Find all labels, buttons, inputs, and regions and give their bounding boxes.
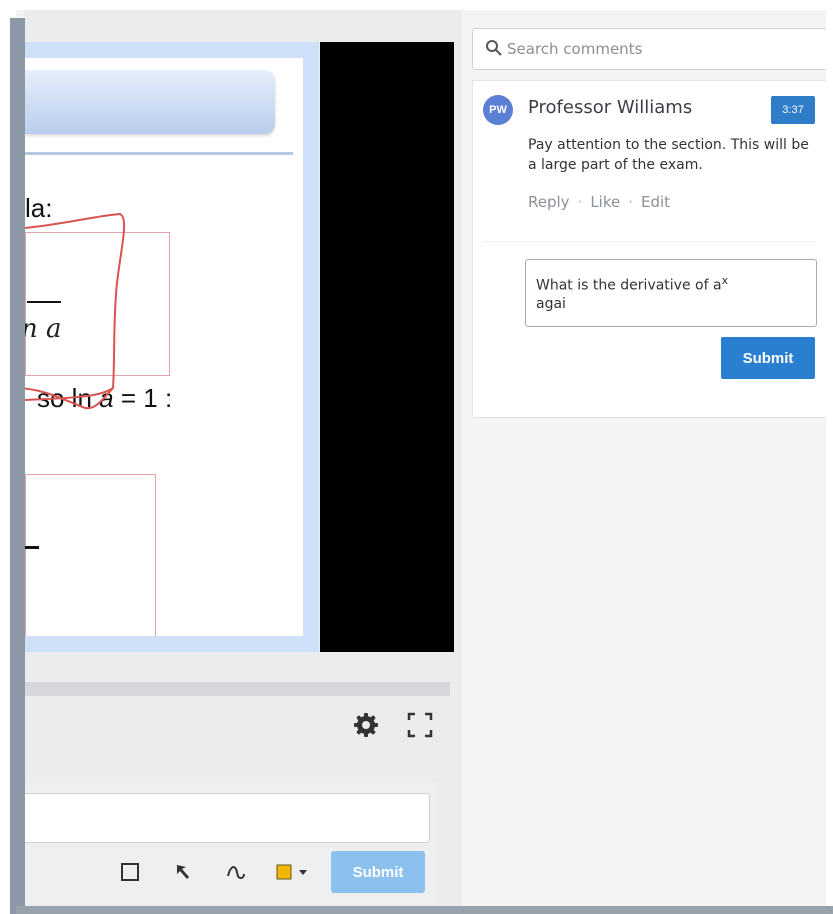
video-pane	[320, 42, 454, 652]
progress-bar[interactable]	[25, 682, 450, 696]
comments-panel: PW Professor Williams 3:37 Pay attention…	[462, 10, 828, 906]
screen-frame-top	[0, 0, 833, 10]
annotation-comment-input[interactable]	[25, 793, 430, 843]
comment-author[interactable]: Professor Williams	[528, 97, 692, 118]
comment-actions: Reply · Like · Edit	[528, 193, 671, 211]
search-box	[472, 28, 828, 70]
screen-frame-bottom	[16, 906, 833, 914]
reply-link[interactable]: Reply	[528, 193, 570, 211]
comment-card: PW Professor Williams 3:37 Pay attention…	[472, 80, 827, 418]
comment-text: Pay attention to the section. This will …	[528, 137, 809, 173]
freehand-icon[interactable]	[221, 857, 251, 887]
screen-frame-right	[826, 0, 833, 914]
like-link[interactable]: Like	[590, 193, 620, 211]
pen-annotation	[25, 212, 126, 410]
search-icon	[486, 40, 502, 56]
fullscreen-icon[interactable]	[405, 710, 435, 740]
color-swatch-icon[interactable]	[269, 857, 317, 887]
window-edge	[10, 18, 25, 914]
avatar: PW	[483, 95, 513, 125]
submit-button[interactable]: Submit	[721, 337, 815, 379]
edit-link[interactable]: Edit	[641, 193, 670, 211]
slide: la: n a so ln a = 1 :	[25, 58, 303, 636]
reply-textarea[interactable]: What is the derivative of ax agai	[525, 259, 817, 327]
video-player: la: n a so ln a = 1 : Submit	[25, 10, 462, 906]
gear-icon[interactable]	[351, 710, 381, 740]
card-divider	[483, 241, 816, 242]
rectangle-icon[interactable]	[115, 857, 145, 887]
timestamp-badge[interactable]: 3:37	[771, 96, 815, 124]
reply-text: What is the derivative of ax agai	[536, 274, 729, 312]
search-input[interactable]	[505, 37, 809, 61]
arrow-cursor-icon[interactable]	[169, 857, 199, 887]
annotation-submit-button[interactable]: Submit	[331, 851, 425, 893]
